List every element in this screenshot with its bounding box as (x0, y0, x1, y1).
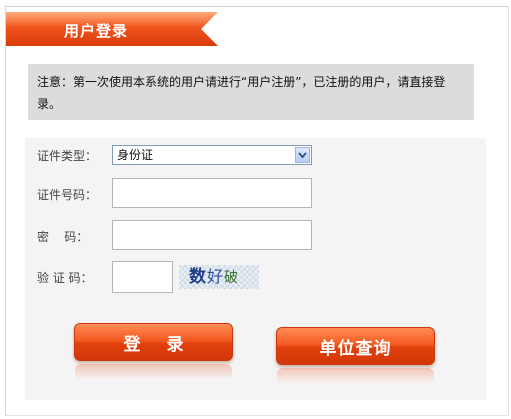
id-type-select[interactable]: 身份证 (112, 145, 312, 165)
password-label: 密 码： (37, 230, 89, 244)
captcha-input[interactable] (112, 261, 173, 293)
captcha-char: 数 (189, 267, 207, 287)
captcha-label: 验 证 码： (37, 271, 93, 285)
captcha-image[interactable]: 数好破 (179, 265, 259, 289)
notice-text: 注意：第一次使用本系统的用户请进行“用户注册”，已注册的用户，请直接登录。 (37, 75, 446, 111)
id-number-label: 证件号码： (37, 188, 98, 202)
captcha-char: 好 (207, 267, 225, 286)
id-type-label: 证件类型： (37, 149, 98, 163)
id-number-input[interactable] (112, 178, 312, 208)
id-type-selected-value: 身份证 (117, 148, 154, 162)
notice-box: 注意：第一次使用本系统的用户请进行“用户注册”，已注册的用户，请直接登录。 (28, 64, 474, 120)
login-button[interactable]: 登 录 (74, 323, 233, 380)
chevron-down-icon[interactable] (295, 147, 310, 163)
unit-query-button[interactable]: 单位查询 (276, 327, 435, 384)
captcha-char: 破 (224, 270, 240, 286)
password-input[interactable] (112, 220, 312, 250)
page-title: 用户登录 (64, 22, 129, 40)
